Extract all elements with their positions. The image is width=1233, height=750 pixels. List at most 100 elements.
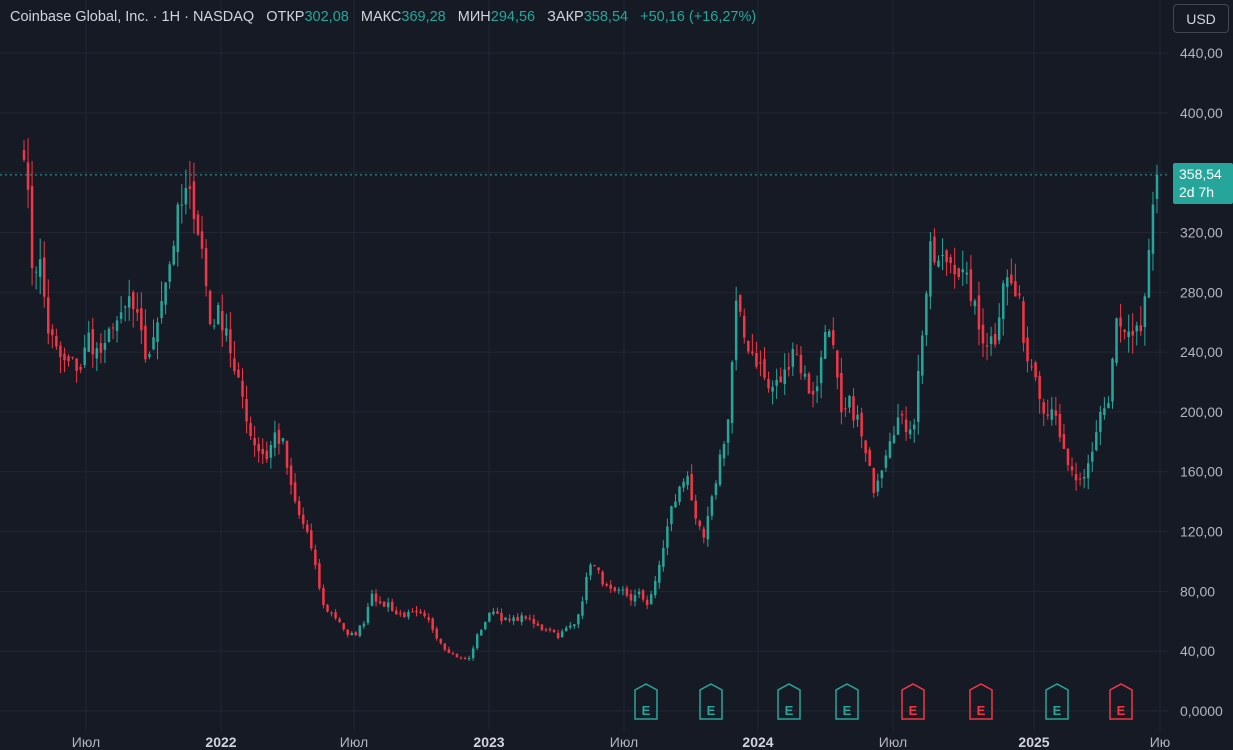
candle-body [1010, 274, 1013, 284]
candle-body [880, 470, 884, 479]
candle-body [973, 300, 977, 307]
candle-body [1086, 463, 1090, 479]
candle-body [1038, 375, 1041, 400]
candle-body [67, 356, 70, 362]
candle-body [803, 373, 807, 377]
candle-body [192, 181, 196, 219]
candle-body [1123, 330, 1126, 333]
candle-body [1074, 473, 1078, 481]
low-value: 294,56 [490, 9, 536, 25]
candle-body [47, 297, 50, 334]
candle-body [524, 616, 528, 619]
candle-body [257, 443, 260, 452]
candle-body [540, 624, 544, 630]
candle-body [807, 373, 811, 394]
earnings-marker[interactable]: E [969, 683, 993, 720]
candle-body [706, 516, 710, 540]
y-tick-label: 280,00 [1180, 284, 1223, 300]
candle-body [221, 311, 224, 331]
candle-body [827, 331, 831, 337]
candle-body [605, 583, 608, 586]
candle-body [734, 300, 738, 361]
candle-body [985, 345, 989, 347]
candle-body [208, 290, 212, 325]
candle-body [196, 214, 200, 235]
candle-body [95, 348, 99, 359]
candle-body [87, 332, 90, 352]
candle-body [164, 282, 167, 305]
candle-body [1054, 410, 1058, 416]
x-tick-label: 2023 [473, 734, 504, 750]
candle-body [63, 353, 66, 361]
earnings-marker[interactable]: E [835, 683, 859, 720]
candle-body [892, 435, 896, 443]
candle-body [447, 649, 451, 653]
candle-body [544, 629, 548, 631]
candle-body [1062, 434, 1066, 449]
earnings-marker[interactable]: E [901, 683, 925, 720]
candle-body [552, 629, 556, 633]
candle-body [144, 325, 147, 360]
candle-body [216, 304, 220, 325]
currency-button[interactable]: USD [1173, 4, 1229, 33]
candle-body [832, 330, 835, 346]
candle-body [245, 399, 248, 422]
earnings-marker[interactable]: E [777, 683, 801, 720]
candle-body [637, 591, 641, 595]
last-price-tag: 358,54 2d 7h [1173, 163, 1233, 204]
earnings-marker[interactable]: E [1045, 683, 1069, 720]
candle-body [471, 648, 475, 659]
candle-body [314, 549, 317, 566]
candle-body [362, 623, 366, 627]
candle-body [763, 359, 766, 378]
close-label: ЗАКР [547, 9, 584, 25]
candle-body [419, 611, 422, 614]
candle-body [783, 369, 786, 385]
candle-body [755, 353, 758, 367]
candle-body [411, 611, 414, 613]
candle-body [297, 501, 301, 516]
candle-body [929, 241, 932, 297]
candle-body [168, 264, 171, 282]
candle-body [686, 476, 689, 486]
earnings-marker[interactable]: E [1109, 683, 1133, 720]
candle-body [439, 639, 443, 644]
y-tick-label: 240,00 [1180, 344, 1223, 360]
time-axis[interactable]: Июл 2022 Июл 2023 Июл 2024 Июл 2025 Ию [72, 734, 1171, 750]
candle-body [443, 643, 447, 650]
candle-body [467, 658, 471, 660]
candle-body [1030, 366, 1033, 368]
earnings-label: E [707, 703, 716, 718]
candle-body [1001, 283, 1005, 319]
candle-body [674, 501, 677, 508]
x-tick-label: 2025 [1018, 734, 1049, 750]
candle-body [136, 309, 139, 313]
earnings-marker[interactable]: E [699, 683, 723, 720]
candle-body [641, 590, 645, 600]
candle-body [1095, 432, 1098, 451]
candle-body [374, 593, 378, 602]
candle-body [1046, 414, 1050, 416]
candle-body [645, 599, 649, 606]
candle-body [1034, 362, 1037, 378]
candle-body [83, 347, 86, 366]
earnings-label: E [1053, 703, 1062, 718]
candle-body [1018, 293, 1021, 296]
symbol-title: Coinbase Global, Inc. · 1H · NASDAQ [10, 9, 255, 25]
earnings-marker[interactable]: E [634, 683, 658, 720]
candle-body [273, 432, 277, 448]
candle-body [358, 625, 362, 636]
last-price-value: 358,54 [1179, 166, 1222, 182]
y-tick-label: 400,00 [1180, 105, 1223, 121]
candle-body [261, 448, 264, 455]
candle-body [548, 628, 552, 631]
candle-body [965, 272, 969, 275]
symbol-legend: Coinbase Global, Inc. · 1H · NASDAQ ОТКР… [10, 9, 756, 25]
open-value: 302,08 [304, 9, 349, 25]
bar-countdown: 2d 7h [1179, 184, 1215, 200]
candle-body [738, 295, 742, 312]
candle-body [322, 588, 325, 606]
candlestick-chart[interactable]: E E E E E E E E 0,0000 40,00 80,00 120,00 160,00 200… [0, 0, 1233, 750]
price-axis[interactable]: 0,0000 40,00 80,00 120,00 160,00 200,00 240,00… [1180, 45, 1223, 719]
candle-body [423, 612, 426, 617]
